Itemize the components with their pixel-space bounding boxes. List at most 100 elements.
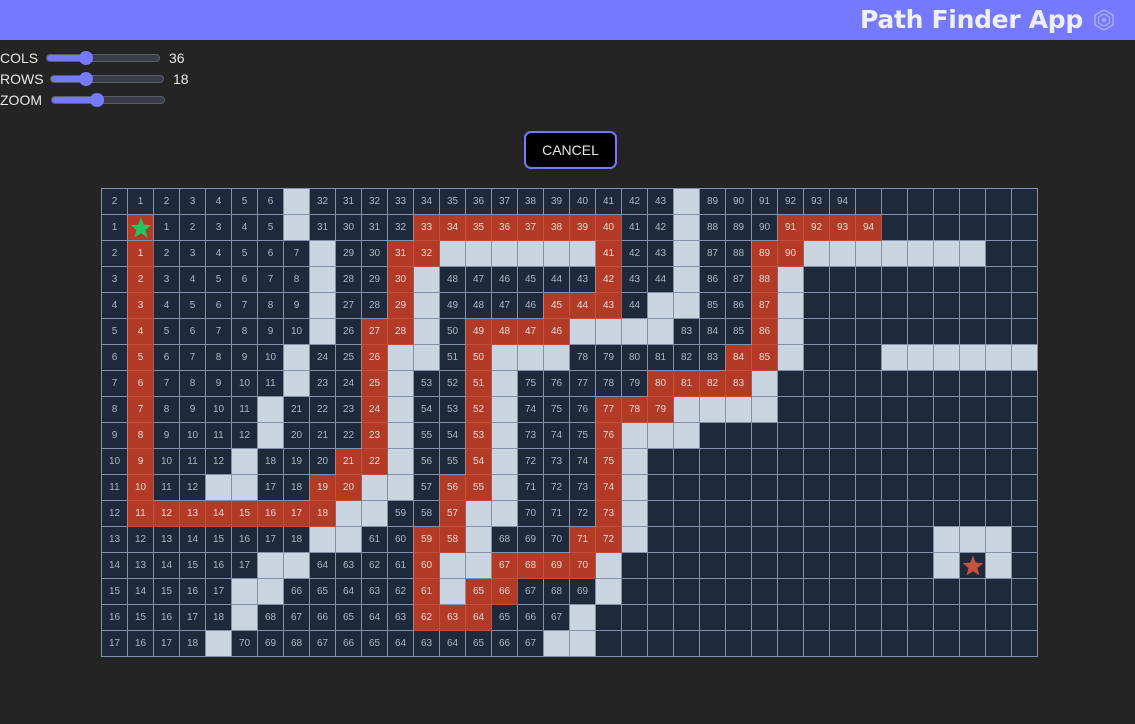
path-cell[interactable]: 42 [596,267,622,293]
wall-cell[interactable] [934,345,960,371]
visited-cell[interactable]: 47 [466,267,492,293]
visited-cell[interactable]: 33 [388,189,414,215]
path-cell[interactable]: 50 [466,345,492,371]
wall-cell[interactable] [440,553,466,579]
path-cell[interactable]: 38 [544,215,570,241]
wall-cell[interactable] [258,553,284,579]
empty-cell[interactable] [908,501,934,527]
visited-cell[interactable]: 42 [622,189,648,215]
empty-cell[interactable] [596,631,622,657]
visited-cell[interactable]: 62 [362,553,388,579]
visited-cell[interactable]: 15 [154,579,180,605]
empty-cell[interactable] [700,475,726,501]
wall-cell[interactable] [362,501,388,527]
visited-cell[interactable]: 4 [206,189,232,215]
empty-cell[interactable] [986,319,1012,345]
visited-cell[interactable]: 67 [518,631,544,657]
empty-cell[interactable] [1012,449,1038,475]
wall-cell[interactable] [882,241,908,267]
empty-cell[interactable] [804,371,830,397]
path-cell[interactable]: 39 [570,215,596,241]
cols-slider-thumb[interactable] [79,51,94,65]
empty-cell[interactable] [648,475,674,501]
path-cell[interactable]: 67 [492,553,518,579]
visited-cell[interactable]: 6 [232,267,258,293]
visited-cell[interactable]: 18 [284,527,310,553]
path-cell[interactable]: 44 [570,293,596,319]
empty-cell[interactable] [856,293,882,319]
wall-cell[interactable] [492,241,518,267]
empty-cell[interactable] [804,605,830,631]
visited-cell[interactable]: 17 [180,605,206,631]
wall-cell[interactable] [804,241,830,267]
visited-cell[interactable]: 59 [388,501,414,527]
visited-cell[interactable]: 16 [232,527,258,553]
wall-cell[interactable] [622,501,648,527]
visited-cell[interactable]: 75 [518,371,544,397]
visited-cell[interactable]: 12 [232,423,258,449]
visited-cell[interactable]: 63 [336,553,362,579]
visited-cell[interactable]: 16 [154,605,180,631]
empty-cell[interactable] [908,605,934,631]
empty-cell[interactable] [934,449,960,475]
visited-cell[interactable]: 3 [154,267,180,293]
visited-cell[interactable]: 68 [258,605,284,631]
wall-cell[interactable] [310,293,336,319]
empty-cell[interactable] [960,189,986,215]
visited-cell[interactable]: 32 [362,189,388,215]
empty-cell[interactable] [960,449,986,475]
empty-cell[interactable] [804,449,830,475]
empty-cell[interactable] [934,423,960,449]
path-cell[interactable]: 90 [778,241,804,267]
empty-cell[interactable] [674,475,700,501]
path-cell[interactable]: 73 [596,501,622,527]
visited-cell[interactable]: 37 [492,189,518,215]
visited-cell[interactable]: 31 [362,215,388,241]
wall-cell[interactable] [284,553,310,579]
visited-cell[interactable]: 15 [128,605,154,631]
empty-cell[interactable] [856,579,882,605]
path-cell[interactable]: 35 [466,215,492,241]
visited-cell[interactable]: 55 [440,449,466,475]
empty-cell[interactable] [882,189,908,215]
wall-cell[interactable] [232,605,258,631]
empty-cell[interactable] [804,345,830,371]
visited-cell[interactable]: 91 [752,189,778,215]
visited-cell[interactable]: 75 [544,397,570,423]
path-cell[interactable]: 6 [128,371,154,397]
empty-cell[interactable] [778,397,804,423]
path-cell[interactable]: 55 [466,475,492,501]
wall-cell[interactable] [388,345,414,371]
visited-cell[interactable]: 68 [492,527,518,553]
path-cell[interactable]: 70 [570,553,596,579]
empty-cell[interactable] [856,475,882,501]
visited-cell[interactable]: 10 [154,449,180,475]
path-cell[interactable]: 41 [596,241,622,267]
visited-cell[interactable]: 65 [336,605,362,631]
path-cell[interactable]: 81 [674,371,700,397]
empty-cell[interactable] [856,527,882,553]
path-cell[interactable]: 92 [804,215,830,241]
path-cell[interactable]: 24 [362,397,388,423]
empty-cell[interactable] [960,579,986,605]
visited-cell[interactable]: 44 [648,267,674,293]
path-cell[interactable]: 63 [440,605,466,631]
visited-cell[interactable]: 67 [518,579,544,605]
empty-cell[interactable] [674,553,700,579]
empty-cell[interactable] [960,215,986,241]
wall-cell[interactable] [986,527,1012,553]
empty-cell[interactable] [934,605,960,631]
path-cell[interactable]: 53 [466,423,492,449]
wall-cell[interactable] [674,397,700,423]
empty-cell[interactable] [986,475,1012,501]
visited-cell[interactable]: 44 [622,293,648,319]
path-cell[interactable]: 27 [362,319,388,345]
target-star-icon[interactable] [961,554,985,578]
visited-cell[interactable]: 87 [700,241,726,267]
visited-cell[interactable]: 5 [258,215,284,241]
visited-cell[interactable]: 10 [258,345,284,371]
visited-cell[interactable]: 10 [284,319,310,345]
empty-cell[interactable] [960,605,986,631]
empty-cell[interactable] [908,293,934,319]
visited-cell[interactable]: 4 [206,241,232,267]
